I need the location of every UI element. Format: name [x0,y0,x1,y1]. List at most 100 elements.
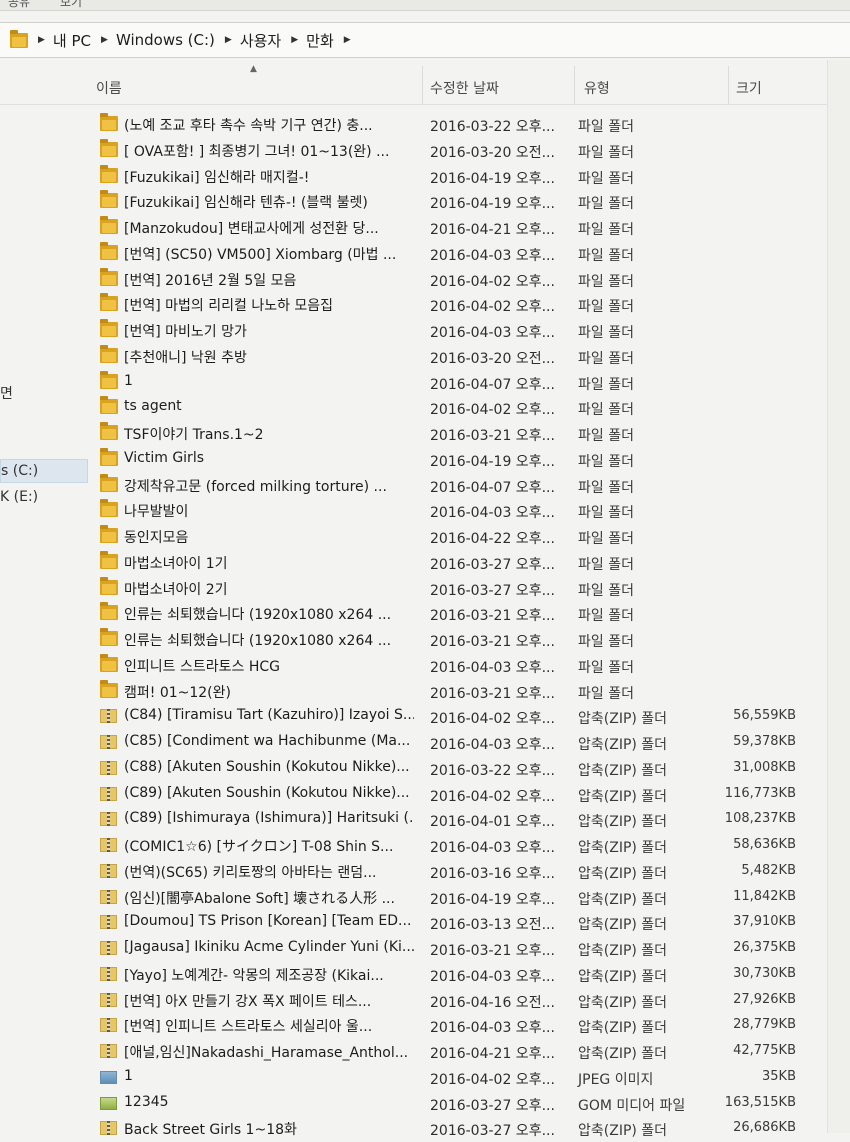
file-row[interactable]: (C85) [Condiment wa Hachibunme (Ma... 201… [0,730,850,756]
file-type: 압축(ZIP) 폴더 [578,943,668,959]
file-row[interactable]: 1 2016-04-02 오후... JPEG 이미지 35KB [0,1065,850,1091]
file-row[interactable]: Back Street Girls 1~18화 2016-03-27 오후... 압… [0,1116,850,1142]
column-size[interactable]: 크기 [736,78,762,98]
column-divider[interactable] [574,66,575,104]
file-row[interactable]: Victim Girls 2016-04-19 오후... 파일 폴더 [0,447,850,473]
file-row[interactable]: 나무발발이 2016-04-03 오후... 파일 폴더 [0,498,850,524]
chevron-right-icon[interactable]: ▶ [291,35,298,45]
file-row[interactable]: (C89) [Ishimuraya (Ishimura)] Haritsuki … [0,807,850,833]
file-date: 2016-04-22 오후... [430,531,555,547]
file-icon [100,550,118,573]
file-row[interactable]: [Jagausa] Ikiniku Acme Cylinder Yuni (Ki… [0,936,850,962]
file-row[interactable]: 인류는 쇠퇴했습니다 (1920x1080 x264 ... 2016-03-21… [0,601,850,627]
file-type: 파일 폴더 [578,608,634,625]
file-type: 파일 폴더 [578,170,634,187]
file-row[interactable]: [Fuzukikai] 임신해라 매지컬-! 2016-04-19 오후... 파일… [0,164,850,190]
file-size: 116,773KB [724,785,796,801]
file-row[interactable]: [번역] 아X 만들기 강X 폭X 페이트 테스... 2016-04-16 오전… [0,988,850,1014]
file-row[interactable]: [번역] (SC50) VM500] Xiombarg (마법 ... 2016-… [0,241,850,267]
column-type[interactable]: 유형 [584,78,610,98]
file-date: 2016-04-01 오후... [430,814,555,831]
breadcrumb-this-pc[interactable]: 내 PC [53,30,91,51]
file-row[interactable]: 인피니트 스트라토스 HCG 2016-04-03 오후... 파일 폴더 [0,653,850,679]
file-row[interactable]: (C89) [Akuten Soushin (Kokutou Nikke)...… [0,782,850,808]
ribbon-tab-view[interactable]: 보기 [60,0,82,10]
breadcrumb-windows-c[interactable]: Windows (C:) [116,31,215,49]
file-date: 2016-03-13 오전... [430,917,555,934]
file-type: 압축(ZIP) 폴더 [578,917,668,934]
file-type: 압축(ZIP) 폴더 [578,968,668,985]
column-date[interactable]: 수정한 날짜 [430,78,499,98]
file-row[interactable]: 강제착유고문 (forced milking torture) ... 2016-… [0,473,850,499]
file-row[interactable]: [애널,임신]Nakadashi_Haramase_Anthol... 2016-… [0,1039,850,1065]
file-row[interactable]: [번역] 마비노기 망가 2016-04-03 오후... 파일 폴더 [0,318,850,344]
file-row[interactable]: [번역] 인피니트 스트라토스 세실리아 울... 2016-04-03 오후..… [0,1013,850,1039]
file-icon [100,1017,117,1036]
file-row[interactable]: (임신)[闇亭Abalone Soft] 壊される人形 ... 2016-04-1… [0,885,850,911]
file-name: [ OVA포함! ] 최종병기 그녀! 01~13(완) ... [124,143,390,160]
zip-folder-icon [100,915,117,930]
file-date: 2016-04-03 오후... [430,737,555,753]
folder-icon [100,267,118,286]
file-row[interactable]: 마법소녀아이 2기 2016-03-27 오후... 파일 폴더 [0,576,850,602]
file-size: 42,775KB [733,1043,796,1058]
file-row[interactable]: [번역] 2016년 2월 5일 모음 2016-04-02 오후... 파일 폴더 [0,267,850,293]
file-row[interactable]: 1 2016-04-07 오후... 파일 폴더 [0,370,850,396]
file-row[interactable]: ts agent 2016-04-02 오후... 파일 폴더 [0,395,850,421]
file-icon [100,216,118,238]
file-row[interactable]: [ OVA포함! ] 최종병기 그녀! 01~13(완) ... 2016-03-… [0,138,850,164]
folder-icon [100,422,118,440]
column-name[interactable]: 이름 [96,78,122,98]
file-icon [100,653,118,676]
file-type: 압축(ZIP) 폴더 [578,994,668,1011]
file-row[interactable]: 동인지모음 2016-04-22 오후... 파일 폴더 [0,524,850,550]
file-name: [Jagausa] Ikiniku Acme Cylinder Yuni (Ki… [124,939,414,955]
chevron-right-icon[interactable]: ▶ [101,35,108,45]
file-name: (C89) [Ishimuraya (Ishimura)] Haritsuki … [124,810,414,827]
file-type: 압축(ZIP) 폴더 [578,814,668,831]
file-icon [100,344,118,367]
file-row[interactable]: 캠퍼! 01~12(완) 2016-03-21 오후... 파일 폴더 [0,679,850,705]
breadcrumb-users[interactable]: 사용자 [240,30,281,51]
file-row[interactable]: (노예 조교 후타 촉수 속박 기구 연간) 충... 2016-03-22 오후… [0,112,850,138]
chevron-right-icon[interactable]: ▶ [38,35,45,45]
file-row[interactable]: [Manzokudou] 변태교사에게 성전환 당... 2016-04-21 오… [0,215,850,241]
file-size: 27,926KB [733,991,796,1007]
file-icon [100,602,118,624]
file-date: 2016-03-27 오후... [430,1123,555,1140]
column-divider[interactable] [728,66,729,104]
file-name: [번역] 마비노기 망가 [124,324,247,340]
file-row[interactable]: [추천애니] 낙원 추방 2016-03-20 오전... 파일 폴더 [0,344,850,370]
ribbon-tab-share[interactable]: 공유 [8,0,30,10]
file-row[interactable]: [Yayo] 노예계간- 악몽의 제조공장 (Kikai... 2016-04-0… [0,962,850,988]
file-row[interactable]: (COMIC1☆6) [サイクロン] T-08 Shin S... 2016-04… [0,833,850,859]
file-row[interactable]: TSF이야기 Trans.1~2 2016-03-21 오후... 파일 폴더 [0,421,850,447]
file-row[interactable]: [Doumou] TS Prison [Korean] [Team ED... 2… [0,910,850,936]
file-row[interactable]: (C88) [Akuten Soushin (Kokutou Nikke)...… [0,756,850,782]
file-name: (C88) [Akuten Soushin (Kokutou Nikke)... [124,758,410,775]
file-row[interactable]: 마법소녀아이 1기 2016-03-27 오후... 파일 폴더 [0,550,850,576]
chevron-right-icon[interactable]: ▶ [344,35,351,45]
file-date: 2016-04-02 오후... [430,273,555,290]
address-bar[interactable]: ▶ 내 PC ▶ Windows (C:) ▶ 사용자 ▶ 만화 ▶ [0,22,850,58]
media-file-icon [100,1096,117,1110]
file-row[interactable]: (번역)(SC65) 키리토짱의 아바타는 랜덤... 2016-03-16 오후… [0,859,850,885]
file-row[interactable]: [번역] 마법의 리리컬 나노하 모음집 2016-04-02 오후... 파일 폴… [0,292,850,318]
file-date: 2016-03-22 오후... [430,119,555,135]
file-row[interactable]: 인류는 쇠퇴했습니다 (1920x1080 x264 ... 2016-03-21… [0,627,850,653]
file-row[interactable]: 12345 2016-03-27 오후... GOM 미디어 파일 163,515KB [0,1091,850,1117]
folder-icon [100,679,118,698]
file-type: 파일 폴더 [578,428,634,444]
breadcrumb-manhwa[interactable]: 만화 [306,30,334,51]
column-divider[interactable] [422,66,423,104]
file-date: 2016-04-07 오후... [430,479,555,496]
chevron-right-icon[interactable]: ▶ [225,35,232,45]
file-type: 파일 폴더 [578,196,634,213]
file-date: 2016-03-21 오후... [430,428,555,444]
file-row[interactable]: (C84) [Tiramisu Tart (Kazuhiro)] Izayoi … [0,704,850,730]
file-icon [100,293,118,315]
file-name: [추천애니] 낙원 추방 [124,349,247,366]
file-row[interactable]: [Fuzukikai] 임신해라 텐츄-! (블랙 불렛) 2016-04-19 … [0,189,850,215]
file-size: 56,559KB [733,708,796,724]
file-type: 파일 폴더 [578,402,634,419]
